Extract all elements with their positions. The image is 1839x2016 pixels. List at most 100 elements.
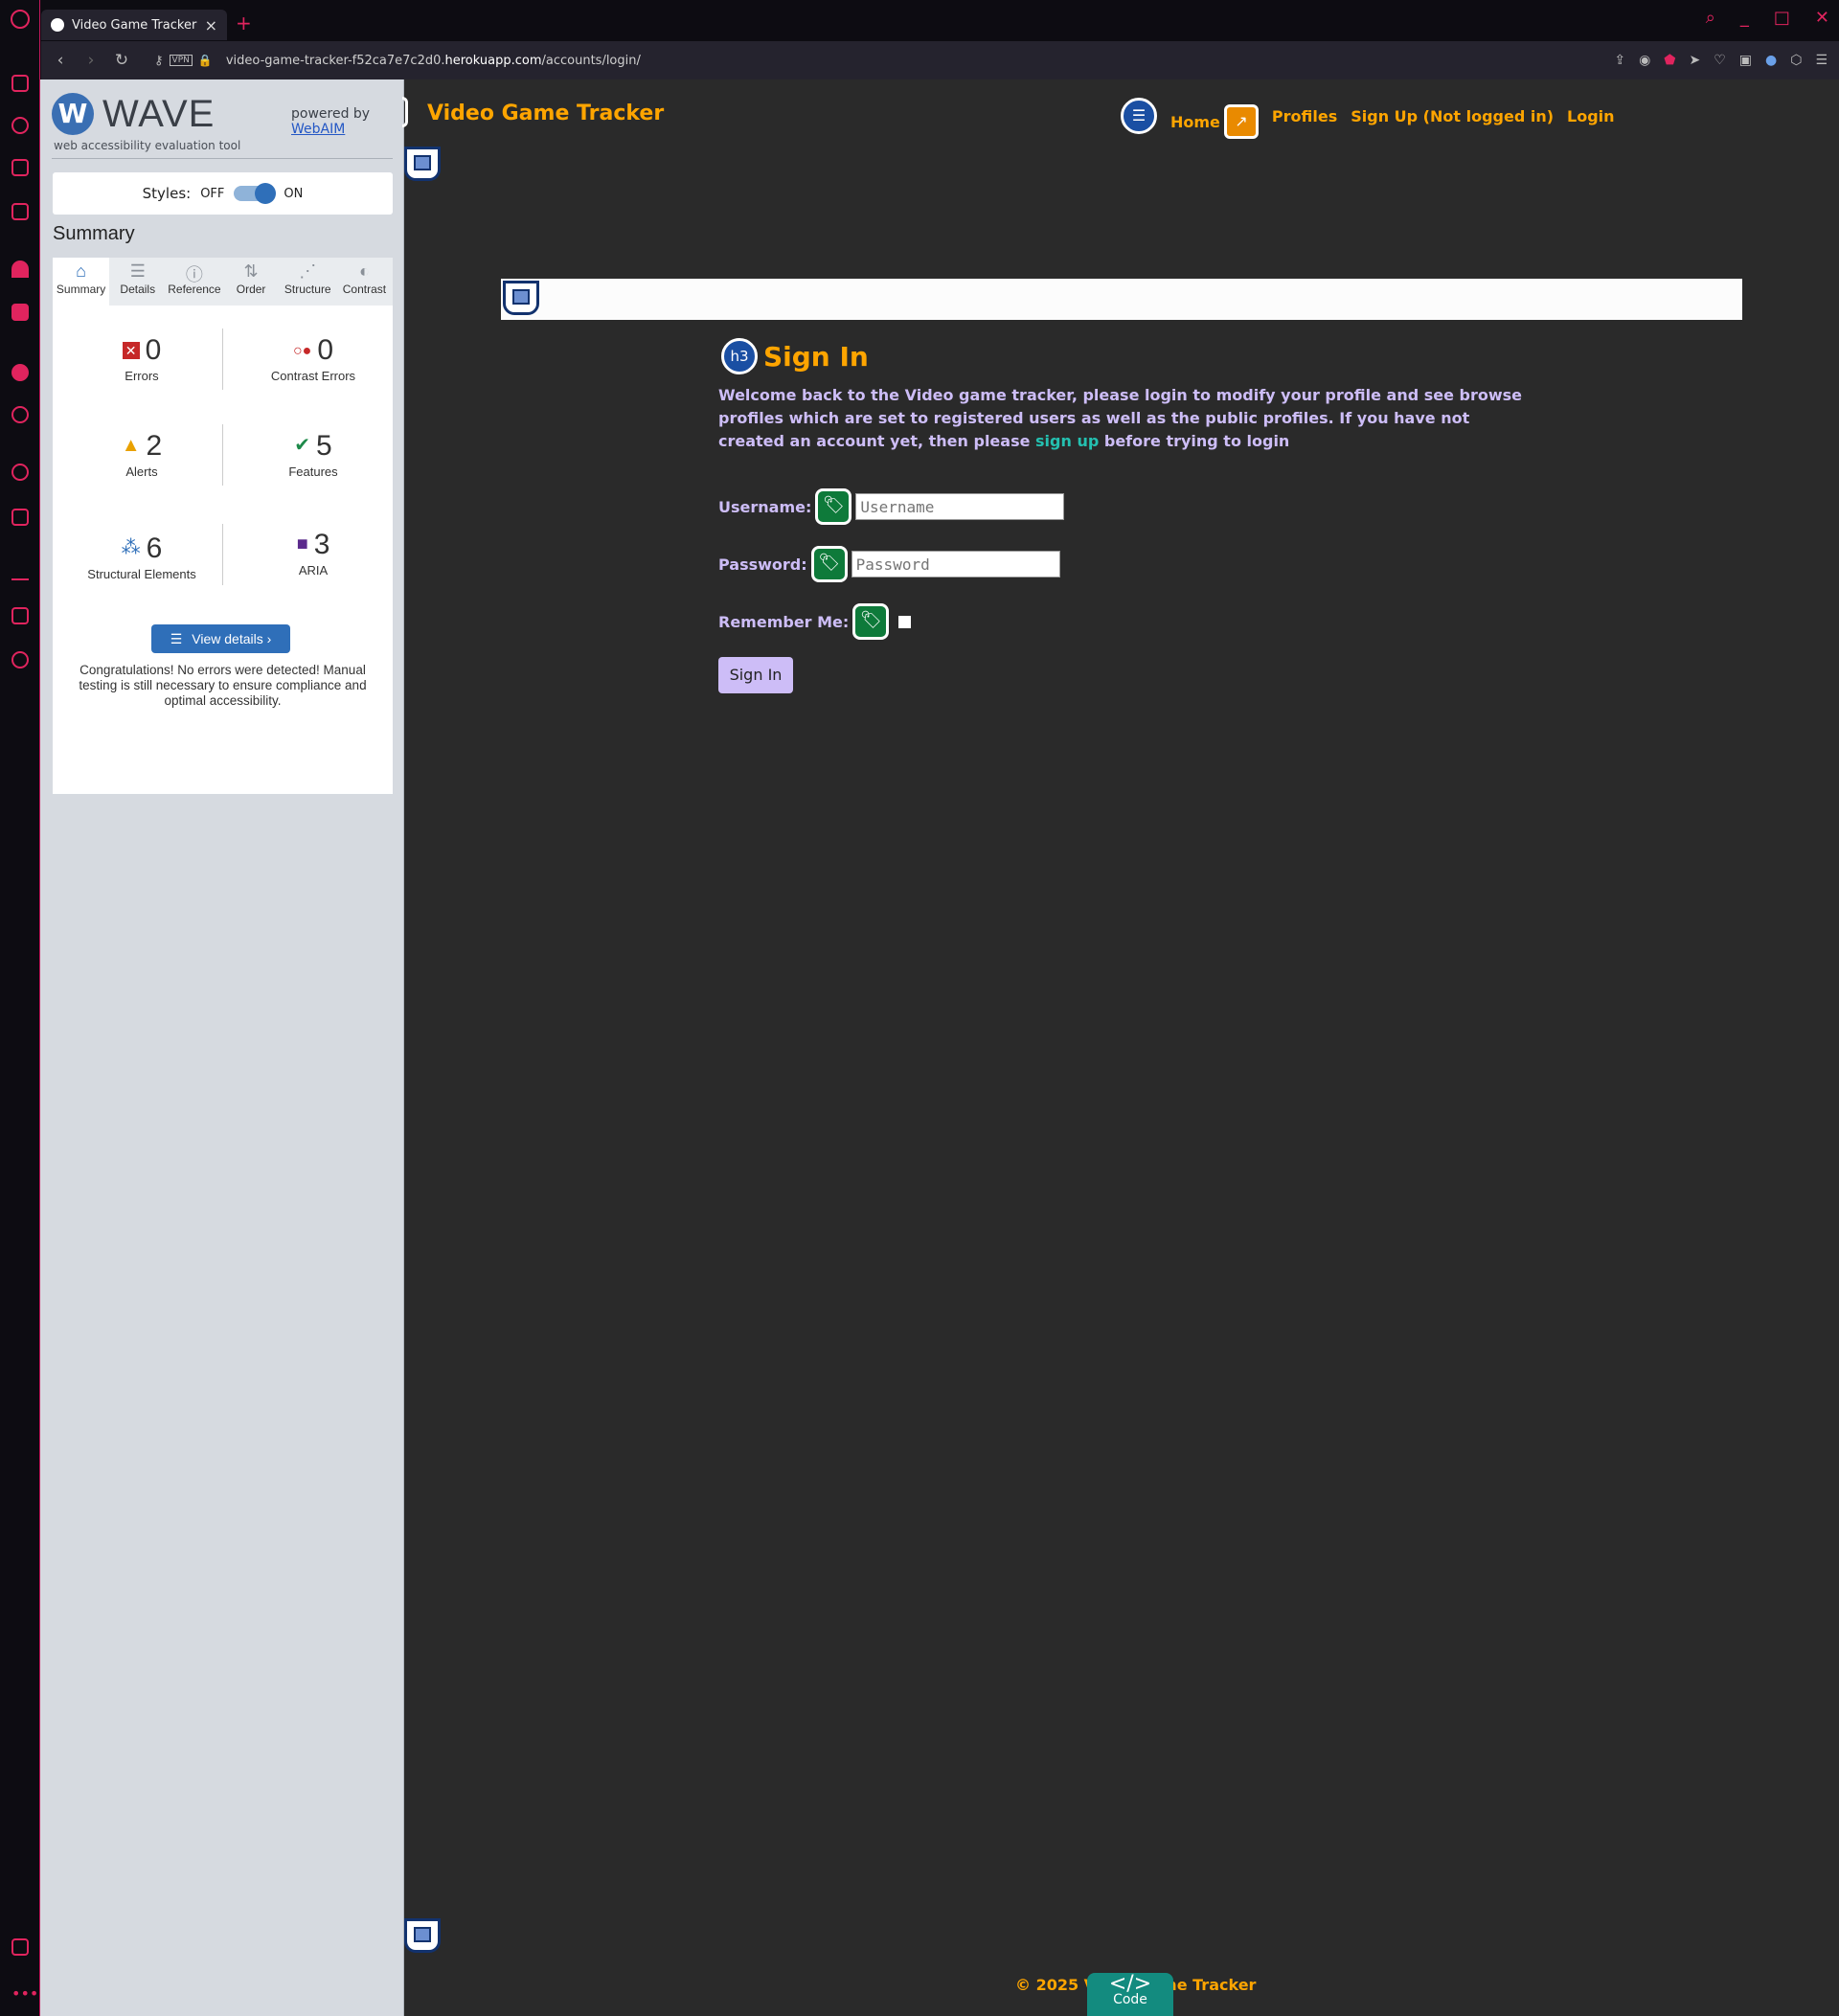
webaim-link[interactable]: WebAIM	[291, 122, 370, 137]
wave-extension-icon[interactable]: ●	[1765, 53, 1777, 68]
structural-stat[interactable]: ⁂ 6 Structural Elements	[65, 532, 218, 581]
features-stat[interactable]: ✔ 5 Features	[237, 430, 390, 479]
password-input[interactable]	[851, 551, 1060, 578]
messenger-icon[interactable]	[11, 364, 29, 381]
shield-icon[interactable]: ⬟	[1664, 53, 1675, 68]
off-label: OFF	[200, 186, 225, 201]
tab-order[interactable]: ⇅ Order	[223, 258, 280, 306]
more-icon[interactable]: •••	[11, 1984, 38, 2003]
signup-link[interactable]: sign up	[1035, 432, 1099, 450]
divider	[222, 524, 223, 585]
tab-structure[interactable]: ⋰ Structure	[280, 258, 336, 306]
settings-icon[interactable]	[11, 651, 29, 668]
aria-stat[interactable]: ■ 3 ARIA	[237, 529, 390, 578]
wave-title: WAVE	[102, 93, 216, 135]
nav-profiles[interactable]: Profiles	[1272, 107, 1337, 125]
h3-icon[interactable]: h3	[721, 338, 758, 374]
search-icon[interactable]: ⌕	[1706, 8, 1715, 28]
error-icon: ✕	[122, 342, 140, 359]
forward-icon[interactable]: ›	[76, 51, 106, 70]
reload-icon[interactable]: ↻	[106, 51, 137, 70]
contrast-errors-stat[interactable]: ○● 0 Contrast Errors	[237, 334, 390, 383]
url-field[interactable]: video-game-tracker-f52ca7e7c2d0.herokuap…	[226, 54, 641, 68]
label-tag-icon[interactable]: 🏷	[810, 546, 848, 582]
browser-tab[interactable]: Video Game Tracker ×	[41, 10, 227, 40]
aria-icon[interactable]	[11, 260, 29, 278]
list-icon: ☰	[129, 261, 146, 281]
send-icon[interactable]: ➤	[1689, 53, 1700, 68]
box-icon[interactable]	[11, 607, 29, 624]
contrast-icon: ◐	[359, 261, 370, 281]
styles-toggle[interactable]	[234, 183, 277, 204]
on-label: ON	[284, 186, 304, 201]
tab-reference[interactable]: ⓘ Reference	[166, 258, 222, 306]
view-details-button[interactable]: ☰ View details ›	[151, 624, 290, 653]
remember-checkbox[interactable]	[898, 615, 912, 628]
player-icon[interactable]	[11, 464, 29, 481]
nav-signup[interactable]: Sign Up (Not logged in)	[1351, 107, 1554, 125]
code-badge[interactable]: </> Code	[1087, 1973, 1173, 2016]
send-icon[interactable]	[11, 509, 29, 526]
summary-heading: Summary	[53, 223, 135, 244]
globe-icon	[51, 18, 64, 32]
back-icon[interactable]: ‹	[45, 51, 76, 70]
maximize-icon[interactable]: □	[1774, 8, 1790, 28]
site-brand[interactable]: Video Game Tracker	[427, 102, 664, 125]
browser-sidebar: •••	[0, 0, 40, 2016]
aria-cube-icon: ■	[296, 533, 308, 555]
wave-header: W WAVE web accessibility evaluation tool…	[40, 79, 404, 156]
banner-bar	[501, 279, 1742, 320]
camera-icon[interactable]	[11, 203, 29, 220]
shopping-icon[interactable]	[11, 159, 29, 176]
wave-region-icon[interactable]	[404, 147, 441, 181]
close-tab-icon[interactable]: ×	[205, 16, 217, 34]
nav-home[interactable]: Home	[1170, 113, 1220, 131]
contrast-error-icon: ○●	[292, 343, 312, 359]
tab-summary[interactable]: ⌂ Summary	[53, 258, 110, 306]
label-tag-icon[interactable]: 🏷	[815, 488, 852, 525]
remember-row: Remember Me: 🏷	[718, 603, 912, 640]
new-tab-icon[interactable]: +	[236, 11, 252, 34]
key-icon[interactable]: ⚷	[154, 54, 164, 68]
instagram-icon[interactable]	[11, 304, 29, 321]
page-title: Sign In	[763, 340, 869, 373]
tab-contrast[interactable]: ◐ Contrast	[336, 258, 393, 306]
info-icon: ⓘ	[185, 265, 203, 284]
toggle-knob	[255, 183, 277, 204]
heart-icon[interactable]: ♡	[1714, 53, 1726, 68]
signin-heading: h3 Sign In	[721, 338, 869, 374]
extension-icon[interactable]: ▣	[1739, 53, 1752, 68]
errors-stat[interactable]: ✕ 0 Errors	[65, 334, 218, 383]
wave-region-icon[interactable]	[503, 281, 539, 315]
powered-by: powered by WebAIM	[291, 106, 371, 137]
tab-details[interactable]: ☰ Details	[109, 258, 166, 306]
snapshot-icon[interactable]: ◉	[1639, 53, 1650, 68]
box-icon[interactable]: ⬡	[1790, 53, 1802, 68]
address-bar: ‹ › ↻ ⚷ VPN 🔒 video-game-tracker-f52ca7e…	[41, 41, 1839, 79]
speed-dial-icon[interactable]	[11, 117, 29, 134]
nav-login[interactable]: Login	[1567, 107, 1615, 125]
alerts-stat[interactable]: ▲ 2 Alerts	[65, 430, 218, 479]
gamepad-icon[interactable]	[11, 75, 29, 92]
label-tag-icon[interactable]: 🏷	[852, 603, 890, 640]
username-label: Username:	[718, 497, 812, 516]
structure-icon: ⁂	[121, 537, 141, 558]
vpn-badge[interactable]: VPN	[169, 55, 193, 66]
wave-tabs: ⌂ Summary ☰ Details ⓘ Reference ⇅ Order ⋰ Str…	[53, 258, 393, 306]
signin-button[interactable]: Sign In	[718, 657, 793, 693]
order-icon: ⇅	[243, 261, 259, 281]
list-icon[interactable]: ☰	[1121, 98, 1157, 134]
close-window-icon[interactable]: ✕	[1815, 8, 1829, 28]
whatsapp-icon[interactable]	[11, 406, 29, 423]
wave-region-icon[interactable]	[404, 1918, 441, 1953]
site-nav: ☰ Home ↗ Profiles Sign Up (Not logged in…	[1121, 93, 1615, 139]
opera-logo-icon[interactable]	[11, 10, 30, 29]
gallery-icon[interactable]	[11, 1938, 29, 1956]
minimize-icon[interactable]: _	[1740, 8, 1749, 28]
menu-icon[interactable]: ☰	[1815, 53, 1828, 68]
share-icon[interactable]: ⇪	[1614, 53, 1625, 68]
username-input[interactable]	[855, 493, 1065, 520]
download-icon[interactable]	[11, 563, 29, 580]
tab-title: Video Game Tracker	[72, 17, 197, 33]
external-link-icon[interactable]: ↗	[1223, 104, 1259, 139]
